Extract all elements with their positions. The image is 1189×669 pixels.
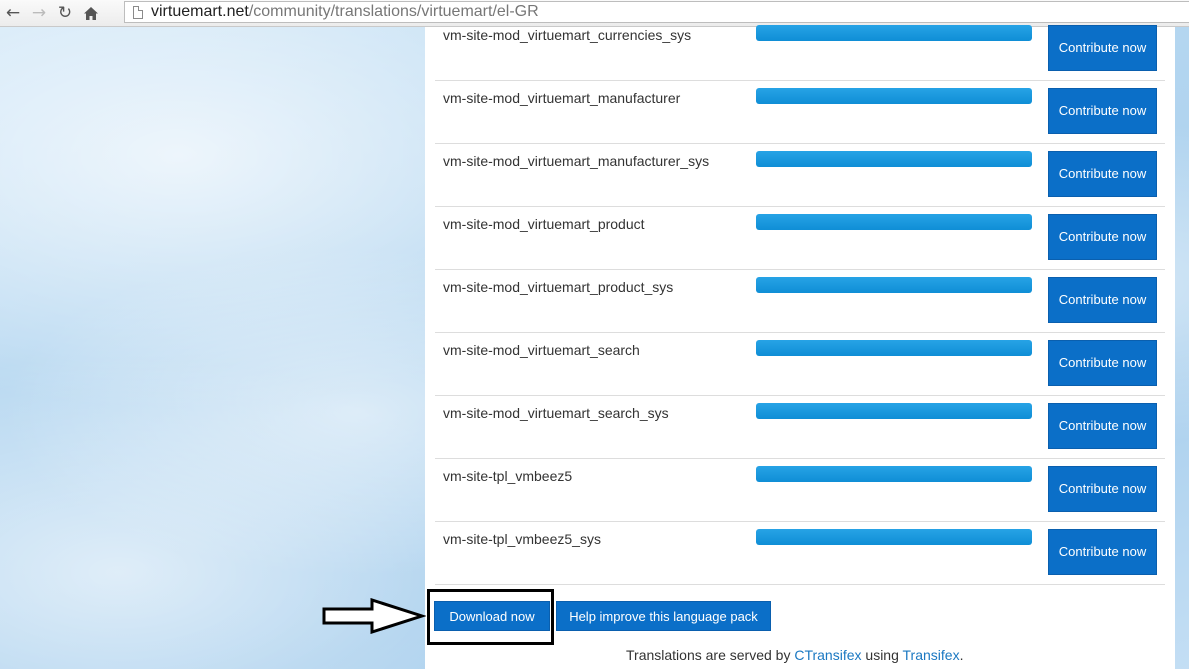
table-row: vm-site-mod_virtuemart_product Contribut… [435, 206, 1165, 270]
resource-name: vm-site-mod_virtuemart_manufacturer_sys [443, 153, 710, 169]
home-icon[interactable] [78, 0, 104, 26]
table-row: vm-site-mod_virtuemart_manufacturer Cont… [435, 80, 1165, 144]
progress-bar [756, 529, 1032, 545]
table-row: vm-site-tpl_vmbeez5_sys Contribute now [435, 521, 1165, 585]
progress-bar [756, 340, 1032, 356]
table-row: vm-site-mod_virtuemart_manufacturer_sys … [435, 143, 1165, 207]
progress-bar [756, 403, 1032, 419]
contribute-button[interactable]: Contribute now [1048, 151, 1157, 197]
resource-name: vm-site-tpl_vmbeez5_sys [443, 531, 601, 547]
resource-name: vm-site-mod_virtuemart_currencies_sys [443, 27, 692, 43]
translations-panel: vm-site-mod_virtuemart_currencies_sys Co… [425, 25, 1175, 669]
url-host: virtuemart.net [151, 3, 249, 20]
progress-bar [756, 88, 1032, 104]
table-row: vm-site-mod_virtuemart_currencies_sys Co… [435, 17, 1165, 81]
transifex-link[interactable]: Transifex [903, 647, 960, 663]
reload-icon[interactable]: ↻ [52, 0, 78, 26]
footer-middle: using [861, 647, 903, 663]
resource-name: vm-site-mod_virtuemart_manufacturer [443, 90, 681, 106]
resource-name: vm-site-mod_virtuemart_search_sys [443, 405, 669, 421]
annotation-arrow-icon [322, 598, 426, 634]
table-row: vm-site-mod_virtuemart_search Contribute… [435, 332, 1165, 396]
contribute-button[interactable]: Contribute now [1048, 277, 1157, 323]
contribute-button[interactable]: Contribute now [1048, 466, 1157, 512]
footer-prefix: Translations are served by [626, 647, 795, 663]
table-row: vm-site-tpl_vmbeez5 Contribute now [435, 458, 1165, 522]
resource-name: vm-site-mod_virtuemart_search [443, 342, 640, 358]
progress-bar [756, 277, 1032, 293]
progress-bar [756, 214, 1032, 230]
back-arrow-icon[interactable]: ← [0, 0, 26, 26]
help-improve-button[interactable]: Help improve this language pack [556, 601, 771, 631]
contribute-button[interactable]: Contribute now [1048, 529, 1157, 575]
contribute-button[interactable]: Contribute now [1048, 214, 1157, 260]
progress-bar [756, 151, 1032, 167]
contribute-button[interactable]: Contribute now [1048, 88, 1157, 134]
table-row: vm-site-mod_virtuemart_search_sys Contri… [435, 395, 1165, 459]
forward-arrow-icon[interactable]: → [26, 0, 52, 26]
download-now-button[interactable]: Download now [434, 601, 550, 631]
footer-credits: Translations are served by CTransifex us… [626, 647, 963, 663]
resource-name: vm-site-mod_virtuemart_product_sys [443, 279, 674, 295]
table-row: vm-site-mod_virtuemart_product_sys Contr… [435, 269, 1165, 333]
footer-suffix: . [959, 647, 964, 663]
contribute-button[interactable]: Contribute now [1048, 403, 1157, 449]
page-icon [133, 5, 143, 19]
home-icon-glyph [84, 6, 98, 20]
resource-name: vm-site-tpl_vmbeez5 [443, 468, 573, 484]
ctransifex-link[interactable]: CTransifex [794, 647, 861, 663]
resource-name: vm-site-mod_virtuemart_product [443, 216, 645, 232]
progress-bar [756, 25, 1032, 41]
contribute-button[interactable]: Contribute now [1048, 340, 1157, 386]
contribute-button[interactable]: Contribute now [1048, 25, 1157, 71]
progress-bar [756, 466, 1032, 482]
